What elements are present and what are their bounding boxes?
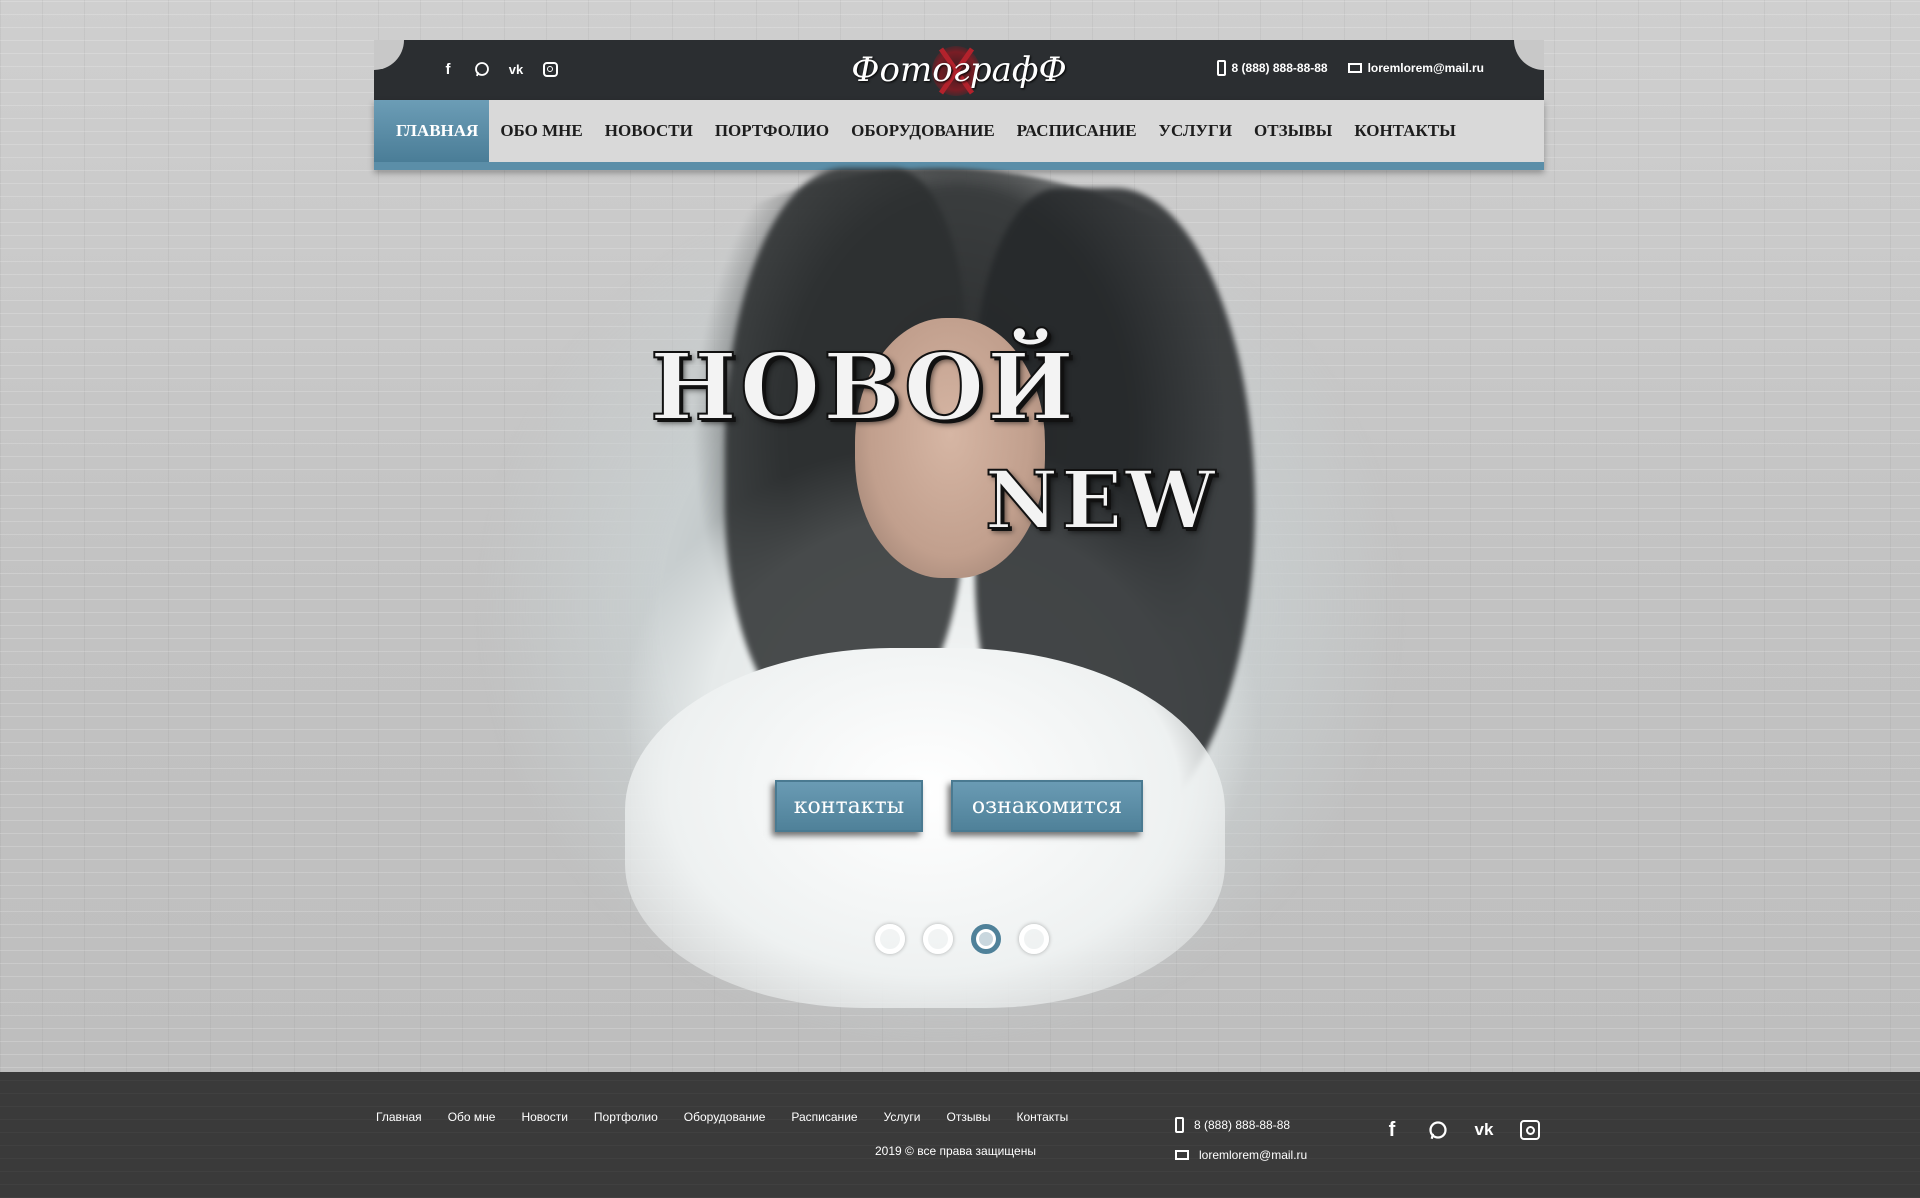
slider-dot-2[interactable] xyxy=(923,924,953,954)
nav-item-about[interactable]: ОБО МНЕ xyxy=(489,100,593,162)
vk-icon[interactable]: vk xyxy=(506,58,526,80)
header-contacts: 8 (888) 888-88-88 loremlorem@mail.ru xyxy=(1216,60,1484,76)
footer-link-reviews[interactable]: Отзывы xyxy=(946,1110,990,1124)
contacts-button[interactable]: контакты xyxy=(775,780,923,832)
header-social-links: f vk xyxy=(438,58,560,80)
footer-link-equipment[interactable]: Оборудование xyxy=(684,1110,766,1124)
nav-item-reviews[interactable]: ОТЗЫВЫ xyxy=(1243,100,1343,162)
footer-link-home[interactable]: Главная xyxy=(376,1110,422,1124)
slider-dot-1[interactable] xyxy=(875,924,905,954)
facebook-icon[interactable]: f xyxy=(1380,1118,1404,1142)
footer-link-news[interactable]: Новости xyxy=(521,1110,567,1124)
footer-link-about[interactable]: Обо мне xyxy=(448,1110,496,1124)
logo-text: ФотографФ xyxy=(851,50,1067,90)
learn-more-button[interactable]: ознакомится xyxy=(951,780,1143,832)
hero-headline-secondary: NEW xyxy=(984,452,1218,548)
hero-slider: НОВОЙ NEW контакты ознакомится xyxy=(475,168,1405,1048)
slider-dot-3[interactable] xyxy=(971,924,1001,954)
header-email-text: loremlorem@mail.ru xyxy=(1367,61,1484,75)
nav-item-contacts[interactable]: КОНТАКТЫ xyxy=(1343,100,1466,162)
footer-contacts: 8 (888) 888-88-88 loremlorem@mail.ru xyxy=(1175,1110,1307,1170)
nav-item-portfolio[interactable]: ПОРТФОЛИО xyxy=(704,100,840,162)
header-phone[interactable]: 8 (888) 888-88-88 xyxy=(1216,60,1328,76)
site-logo[interactable]: ФотографФ xyxy=(851,42,1067,98)
instagram-icon[interactable] xyxy=(540,58,560,80)
footer-email[interactable]: loremlorem@mail.ru xyxy=(1175,1140,1307,1170)
nav-item-home[interactable]: ГЛАВНАЯ xyxy=(374,100,490,162)
header-topbar: f vk ФотографФ 8 (888) 888-88-88 loremlo… xyxy=(374,40,1544,100)
footer-link-services[interactable]: Услуги xyxy=(884,1110,921,1124)
phone-icon xyxy=(1175,1117,1184,1133)
footer-email-text: loremlorem@mail.ru xyxy=(1199,1148,1308,1162)
site-footer: Главная Обо мне Новости Портфолио Оборуд… xyxy=(0,1072,1920,1198)
vk-icon[interactable]: vk xyxy=(1472,1118,1496,1142)
nav-item-equipment[interactable]: ОБОРУДОВАНИЕ xyxy=(840,100,1006,162)
slider-pagination xyxy=(875,924,1049,954)
envelope-icon xyxy=(1175,1150,1189,1160)
main-nav: ГЛАВНАЯ ОБО МНЕ НОВОСТИ ПОРТФОЛИО ОБОРУД… xyxy=(374,100,1544,170)
slider-dot-4[interactable] xyxy=(1019,924,1049,954)
footer-link-schedule[interactable]: Расписание xyxy=(791,1110,857,1124)
footer-link-portfolio[interactable]: Портфолио xyxy=(594,1110,658,1124)
instagram-icon[interactable] xyxy=(1518,1118,1542,1142)
nav-item-news[interactable]: НОВОСТИ xyxy=(594,100,704,162)
envelope-icon xyxy=(1347,63,1362,73)
footer-phone[interactable]: 8 (888) 888-88-88 xyxy=(1175,1110,1307,1140)
nav-item-schedule[interactable]: РАСПИСАНИЕ xyxy=(1006,100,1148,162)
header-phone-text: 8 (888) 888-88-88 xyxy=(1231,61,1328,75)
footer-social-links: f vk xyxy=(1380,1118,1542,1142)
site-header: f vk ФотографФ 8 (888) 888-88-88 loremlo… xyxy=(374,40,1544,170)
whatsapp-icon[interactable] xyxy=(472,58,492,80)
whatsapp-icon[interactable] xyxy=(1426,1118,1450,1142)
facebook-icon[interactable]: f xyxy=(438,58,458,80)
phone-icon xyxy=(1216,60,1226,76)
hero-headline-primary: НОВОЙ xyxy=(649,332,1077,442)
copyright: 2019 © все права защищены xyxy=(875,1144,1036,1158)
footer-phone-text: 8 (888) 888-88-88 xyxy=(1194,1118,1291,1132)
footer-nav: Главная Обо мне Новости Портфолио Оборуд… xyxy=(376,1110,1068,1124)
nav-item-services[interactable]: УСЛУГИ xyxy=(1148,100,1244,162)
footer-link-contacts[interactable]: Контакты xyxy=(1016,1110,1068,1124)
header-email[interactable]: loremlorem@mail.ru xyxy=(1347,60,1484,76)
